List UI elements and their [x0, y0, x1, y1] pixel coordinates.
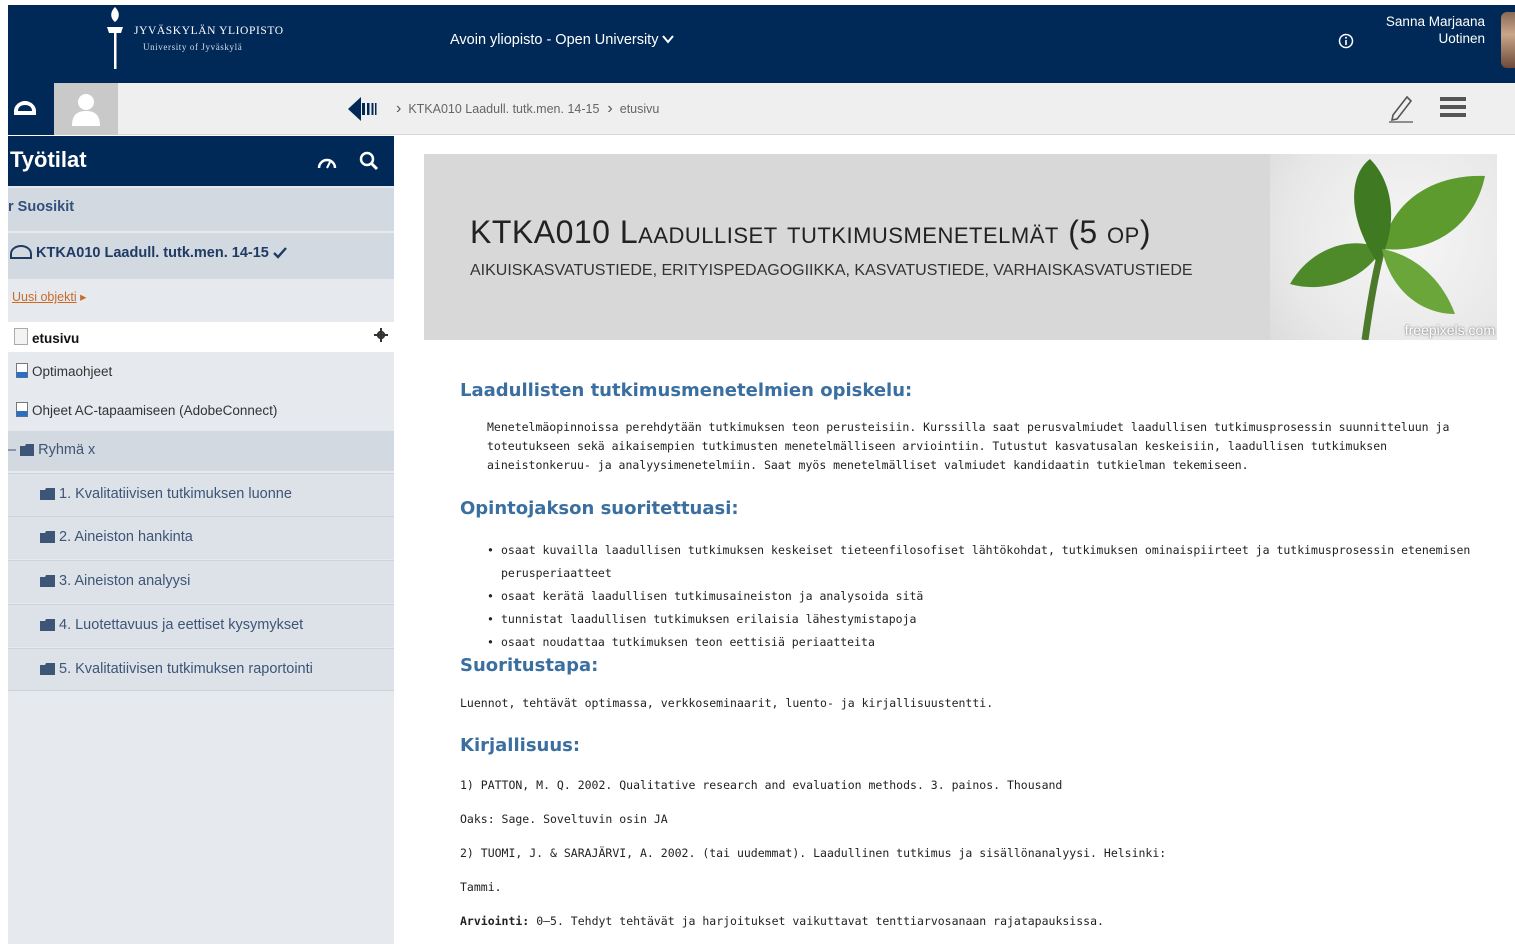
literature-line: 1) PATTON, M. Q. 2002. Qualitative resea…: [460, 778, 1063, 792]
cloud-icon: [10, 245, 32, 259]
top-bar: JYVÄSKYLÄN YLIOPISTO University of Jyväs…: [8, 5, 1515, 83]
breadcrumb-separator: ›: [396, 100, 402, 117]
folder-icon: [20, 444, 35, 456]
literature-line: 2) TUOMI, J. & SARAJÄRVI, A. 2002. (tai …: [460, 846, 1167, 860]
folder-icon: [40, 531, 55, 543]
logo-title: JYVÄSKYLÄN YLIOPISTO: [134, 25, 284, 37]
workspace-sidebar: Työtilat r Suosikit KTKA010 Laadull. tut…: [8, 136, 394, 944]
person-icon: [72, 94, 100, 126]
collapse-minus-icon: –: [8, 442, 21, 458]
breadcrumb-course-link[interactable]: KTKA010 Laadull. tutk.men. 14-15: [408, 102, 599, 116]
plant-leaves-icon: [1290, 159, 1485, 340]
sidebar-item-optimaohjeet-label: Optimaohjeet: [32, 364, 113, 379]
completion-method-text: Luennot, tehtävät optimassa, verkkosemin…: [460, 696, 994, 710]
dashboard-gauge-icon[interactable]: [317, 154, 337, 170]
sidebar-folder-label: 4. Luotettavuus ja eettiset kysymykset: [59, 617, 304, 633]
pencil-icon[interactable]: [1385, 91, 1415, 123]
folder-icon: [40, 575, 55, 587]
sidebar-item-ac-ohjeet[interactable]: Ohjeet AC-tapaamiseen (AdobeConnect): [8, 402, 394, 428]
new-object-link[interactable]: Uusi objekti ▸: [8, 289, 394, 315]
sidebar-item-etusivu[interactable]: etusivu: [8, 322, 394, 352]
sidebar-folder-label: 5. Kvalitatiivisen tutkimuksen raportoin…: [59, 661, 313, 677]
sidebar-course[interactable]: KTKA010 Laadull. tutk.men. 14-15: [8, 233, 394, 279]
sidebar-folder[interactable]: 2. Aineiston hankinta: [8, 516, 394, 559]
section-heading: Kirjallisuus:: [460, 735, 581, 756]
sidebar-favorites-label: Suosikit: [17, 199, 75, 215]
document-icon: [16, 363, 28, 378]
breadcrumb-separator: ›: [607, 100, 613, 117]
sidebar-item-etusivu-label: etusivu: [32, 331, 80, 346]
literature-line: Tammi.: [460, 880, 502, 894]
folder-icon: [40, 488, 55, 500]
user-avatar[interactable]: [1501, 12, 1515, 68]
sidebar-header: Työtilat: [8, 136, 394, 186]
caret-right-icon: ▸: [80, 290, 87, 304]
section-heading: Laadullisten tutkimusmenetelmien opiskel…: [460, 380, 913, 401]
grading-value: 0–5. Tehdyt tehtävät ja harjoitukset vai…: [536, 914, 1104, 928]
sidebar-folder[interactable]: 4. Luotettavuus ja eettiset kysymykset: [8, 604, 394, 647]
cloud-icon: [14, 101, 36, 115]
logo-subtitle: University of Jyväskylä: [143, 42, 243, 52]
section-heading: Suoritustapa:: [460, 655, 599, 676]
home-button[interactable]: [8, 83, 54, 135]
sidebar-folder[interactable]: 1. Kvalitatiivisen tutkimuksen luonne: [8, 473, 394, 516]
university-logo[interactable]: JYVÄSKYLÄN YLIOPISTO University of Jyväs…: [103, 5, 303, 75]
list-item: tunnistat laadullisen tutkimuksen erilai…: [487, 608, 1507, 631]
user-name[interactable]: Sanna Marjaana Uotinen: [1386, 13, 1485, 47]
sidebar-item-optimaohjeet[interactable]: Optimaohjeet: [8, 363, 394, 389]
open-university-menu[interactable]: Avoin yliopisto - Open University: [450, 32, 675, 48]
plant-image: freepixels.com: [1270, 154, 1497, 340]
sidebar-group-ryhma[interactable]: – Ryhmä x: [8, 431, 394, 471]
torch-logo-icon: [107, 7, 123, 69]
user-last-name: Uotinen: [1438, 31, 1485, 46]
sidebar-favorites[interactable]: r Suosikit: [8, 188, 394, 231]
sidebar-folder-label: 3. Aineiston analyysi: [59, 573, 191, 589]
toolbar: › KTKA010 Laadull. tutk.men. 14-15 › etusiv…: [8, 83, 1515, 135]
checkmark-icon: [273, 247, 287, 259]
course-subjects: AIKUISKASVATUSTIEDE, ERITYISPEDAGOGIIKKA…: [470, 262, 1193, 279]
collapse-triangle-icon: r: [8, 199, 18, 215]
sidebar-group-ryhma-label: Ryhmä x: [38, 442, 96, 458]
course-title: KTKA010 Laadulliset tutkimusmenetelmät (…: [470, 214, 1152, 250]
list-item: osaat kuvailla laadullisen tutkimuksen k…: [487, 539, 1507, 585]
breadcrumb-current-page[interactable]: etusivu: [620, 102, 660, 116]
course-banner: KTKA010 Laadulliset tutkimusmenetelmät (…: [424, 154, 1497, 340]
literature-line: Oaks: Sage. Soveltuvin osin JA: [460, 812, 668, 826]
user-first-names: Sanna Marjaana: [1385, 14, 1485, 29]
profile-avatar[interactable]: [54, 83, 118, 135]
folder-icon: [40, 663, 55, 675]
folder-icon: [40, 619, 55, 631]
list-item: osaat noudattaa tutkimuksen teon eettisi…: [487, 631, 1507, 654]
image-credit: freepixels.com: [1404, 322, 1495, 338]
sidebar-folder-label: 1. Kvalitatiivisen tutkimuksen luonne: [59, 486, 292, 502]
list-item: osaat kerätä laadullisen tutkimusaineist…: [487, 585, 1507, 608]
new-object-label: Uusi objekti: [12, 290, 77, 304]
grading-text: Arviointi: 0–5. Tehdyt tehtävät ja harjo…: [460, 912, 1104, 931]
document-icon: [16, 402, 28, 417]
breadcrumb: › KTKA010 Laadull. tutk.men. 14-15 › etusiv…: [396, 100, 667, 118]
section-heading: Opintojakson suoritettuasi:: [460, 498, 739, 519]
intro-paragraph: Menetelmäopinnoissa perehdytään tutkimuk…: [487, 420, 1450, 472]
grading-label: Arviointi:: [460, 914, 530, 928]
sidebar-folder[interactable]: 3. Aineiston analyysi: [8, 560, 394, 603]
sidebar-folder[interactable]: 5. Kvalitatiivisen tutkimuksen raportoin…: [8, 648, 394, 691]
sidebar-folder-label: 2. Aineiston hankinta: [59, 529, 193, 545]
hamburger-menu-icon[interactable]: [1440, 95, 1466, 119]
open-university-menu-label: Avoin yliopisto - Open University: [450, 32, 659, 48]
back-arrow-icon[interactable]: [348, 97, 378, 121]
sidebar-course-label: KTKA010 Laadull. tutk.men. 14-15: [36, 245, 269, 261]
gear-icon[interactable]: [374, 328, 388, 342]
sidebar-item-ac-ohjeet-label: Ohjeet AC-tapaamiseen (AdobeConnect): [32, 403, 278, 418]
page-icon: [14, 328, 28, 345]
chevron-down-icon: [662, 32, 675, 48]
search-icon[interactable]: [359, 151, 379, 171]
info-icon[interactable]: [1338, 33, 1354, 49]
sidebar-title: Työtilat: [10, 147, 87, 172]
learning-outcomes-list: osaat kuvailla laadullisen tutkimuksen k…: [487, 539, 1507, 654]
